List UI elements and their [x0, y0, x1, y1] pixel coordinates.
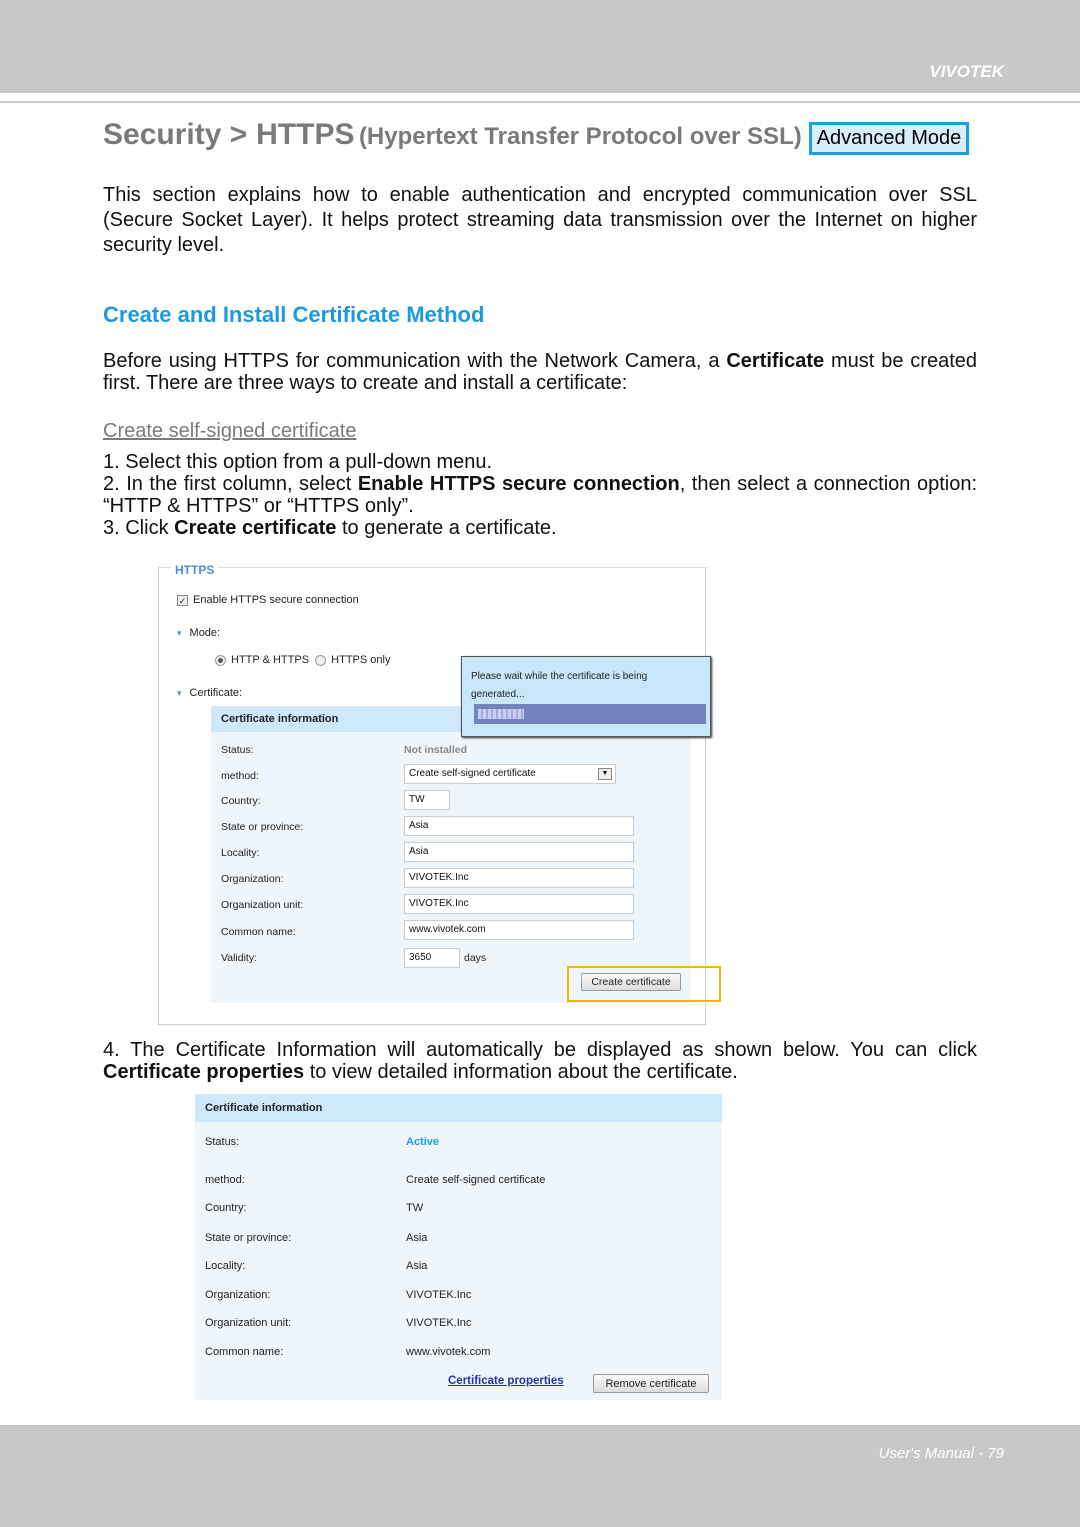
organization-input[interactable]: VIVOTEK.Inc — [404, 868, 634, 888]
locality-input[interactable]: Asia — [404, 842, 634, 862]
mode-radio-group: HTTP & HTTPS HTTPS only — [215, 654, 390, 666]
header-divider — [0, 101, 1080, 103]
label-validity: Validity: — [221, 952, 257, 964]
page-number: User's Manual - 79 — [878, 1445, 1004, 1462]
intro-paragraph: This section explains how to enable auth… — [103, 184, 977, 256]
progress-fill — [478, 709, 525, 719]
title-section: Security > — [103, 118, 248, 151]
subsection-heading: Create self-signed certificate — [103, 420, 357, 442]
label-country: Country: — [205, 1202, 247, 1214]
title-subtitle: (Hypertext Transfer Protocol over SSL) — [358, 123, 802, 150]
title-page: HTTPS — [256, 118, 355, 151]
step-1: 1. Select this option from a pull-down m… — [103, 451, 493, 473]
advanced-mode-badge: Advanced Mode — [809, 122, 969, 155]
label-status: Status: — [221, 744, 254, 756]
label-org-unit: Organization unit: — [205, 1317, 292, 1329]
label-state: State or province: — [221, 821, 304, 833]
page-header-band — [0, 0, 1080, 93]
certificate-info-screenshot: Certificate information Status: method: … — [195, 1094, 722, 1400]
section-heading: Create and Install Certificate Method — [103, 302, 485, 327]
country-value: TW — [406, 1202, 424, 1214]
step-3: 3. Click Create certificate to generate … — [103, 517, 557, 539]
org-unit-input[interactable]: VIVOTEK.Inc — [404, 894, 634, 914]
status-value: Not installed — [404, 744, 468, 756]
label-country: Country: — [221, 795, 261, 807]
radio-https-only[interactable] — [315, 654, 327, 666]
certificate-info-panel: Certificate information Status: method: … — [211, 706, 691, 1003]
method-select[interactable]: Create self-signed certificate ▼ — [404, 764, 616, 784]
method-value: Create self-signed certificate — [406, 1174, 546, 1186]
label-state: State or province: — [205, 1232, 292, 1244]
validity-unit: days — [464, 952, 487, 964]
brand-logo: VIVOTEK — [929, 62, 1004, 81]
chevron-down-icon[interactable]: ▼ — [598, 768, 612, 780]
label-method: method: — [221, 770, 259, 782]
page-footer-band — [0, 1425, 1080, 1527]
country-input[interactable]: TW — [404, 790, 450, 810]
label-organization: Organization: — [205, 1289, 271, 1301]
label-method: method: — [205, 1174, 245, 1186]
validity-input[interactable]: 3650 — [404, 948, 460, 968]
enable-https-checkbox[interactable]: ✓ Enable HTTPS secure connection — [177, 594, 359, 606]
panel-title: Certificate information — [195, 1094, 722, 1122]
label-locality: Locality: — [221, 847, 260, 859]
state-value: Asia — [406, 1232, 428, 1244]
progress-bar — [474, 704, 706, 724]
mode-label: ▾ Mode: — [177, 627, 221, 639]
https-legend: HTTPS — [171, 563, 219, 577]
label-org-unit: Organization unit: — [221, 899, 304, 911]
progress-popup: Please wait while the certificate is bei… — [461, 656, 711, 737]
certificate-properties-link[interactable]: Certificate properties — [448, 1375, 564, 1387]
checkbox-icon[interactable]: ✓ — [177, 594, 188, 606]
remove-certificate-button[interactable]: Remove certificate — [593, 1374, 709, 1393]
expand-icon: ▾ — [177, 628, 182, 638]
org-unit-value: VIVOTEK.Inc — [406, 1317, 472, 1329]
popup-message: Please wait while the certificate is bei… — [471, 671, 648, 700]
locality-value: Asia — [406, 1260, 428, 1272]
expand-icon: ▾ — [177, 688, 182, 698]
common-name-value: www.vivotek.com — [406, 1346, 491, 1358]
steps-list: 1. Select this option from a pull-down m… — [103, 451, 977, 539]
method-paragraph: Before using HTTPS for communication wit… — [103, 350, 978, 394]
https-settings-screenshot: HTTPS ✓ Enable HTTPS secure connection ▾ M… — [158, 563, 721, 1025]
label-common-name: Common name: — [205, 1346, 284, 1358]
status-value: Active — [406, 1136, 440, 1148]
label-common-name: Common name: — [221, 926, 296, 938]
organization-value: VIVOTEK.Inc — [406, 1289, 472, 1301]
radio-http-https[interactable] — [215, 654, 226, 666]
state-input[interactable]: Asia — [404, 816, 634, 836]
label-locality: Locality: — [205, 1260, 246, 1272]
step-4: 4. The Certificate Information will auto… — [103, 1039, 977, 1083]
highlight-box — [567, 966, 721, 1002]
common-name-input[interactable]: www.vivotek.com — [404, 920, 634, 940]
label-status: Status: — [205, 1136, 240, 1148]
certificate-label: ▾ Certificate: — [177, 687, 243, 699]
label-organization: Organization: — [221, 873, 284, 885]
step-2: 2. In the first column, select Enable HT… — [103, 473, 978, 517]
page-title: Security > HTTPS (Hypertext Transfer Pro… — [103, 118, 802, 152]
